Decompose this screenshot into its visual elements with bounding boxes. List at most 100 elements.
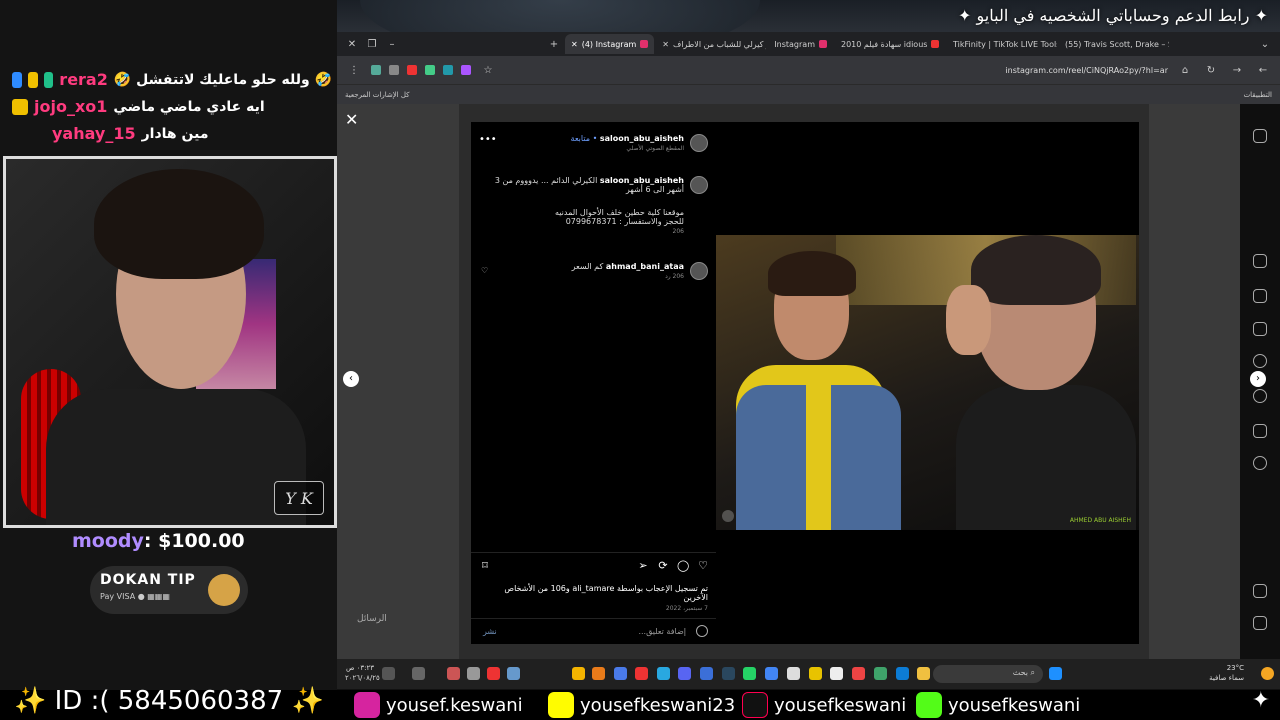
create-icon[interactable] — [1253, 424, 1267, 438]
comment-username[interactable]: ahmad_bani_ataa — [606, 262, 684, 271]
taskbar-search[interactable]: ⌕ بحث — [933, 665, 1043, 683]
close-icon[interactable]: ✕ — [343, 39, 361, 50]
notification-icon[interactable] — [382, 667, 395, 680]
menu-icon[interactable]: ⋮ — [345, 65, 363, 76]
send-icon[interactable]: ➢ — [637, 560, 649, 572]
app-icon[interactable] — [592, 667, 605, 680]
app-icon[interactable] — [809, 667, 822, 680]
star-icon[interactable]: ☆ — [479, 65, 497, 76]
app-icon[interactable] — [635, 667, 648, 680]
app-icon[interactable] — [830, 667, 843, 680]
messages-label[interactable]: الرسائل — [357, 614, 387, 624]
avatar[interactable] — [690, 176, 708, 194]
tab-instagram[interactable]: ✕ (4) Instagram — [565, 34, 655, 54]
likes-text[interactable]: تم تسجيل الإعجاب بواسطة ali_tamare و106 … — [478, 584, 708, 602]
new-tab-icon[interactable]: + — [545, 39, 563, 50]
tab-label: شعر كيرلي للشباب من الاطراف — [672, 39, 766, 49]
comment-meta[interactable]: 206 رد — [484, 273, 684, 280]
weather-widget[interactable]: 23°C سماء صافية — [1209, 663, 1244, 683]
home-icon[interactable] — [1253, 254, 1267, 268]
close-tab-icon[interactable]: ✕ — [571, 40, 578, 49]
back-icon[interactable]: ← — [1254, 65, 1272, 76]
extension-icon[interactable] — [371, 65, 381, 75]
more-icon[interactable] — [1253, 584, 1267, 598]
extension-icon[interactable] — [443, 65, 453, 75]
overlay-title-text: رابط الدعم وحساباتي الشخصيه في البايو — [976, 6, 1250, 25]
app-icon[interactable] — [787, 667, 800, 680]
comment-input[interactable]: إضافة تعليق... — [638, 627, 686, 636]
chevron-down-icon[interactable]: ⌄ — [1256, 39, 1274, 50]
comment-username[interactable]: saloon_abu_aisheh — [600, 176, 684, 185]
extension-icon[interactable] — [461, 65, 471, 75]
volume-icon[interactable] — [412, 667, 425, 680]
chrome-icon[interactable] — [765, 667, 778, 680]
explore-icon[interactable] — [1253, 389, 1267, 403]
steam-icon[interactable] — [722, 667, 735, 680]
comment-icon[interactable]: ◯ — [677, 560, 689, 572]
send-icon[interactable] — [1253, 322, 1267, 336]
tray-icon[interactable] — [467, 667, 480, 680]
url-field[interactable]: instagram.com/reel/CiNQjRAo2py/?hl=ar — [1005, 66, 1168, 75]
emoji-icon[interactable] — [696, 625, 708, 637]
post-date: 7 سبتمبر، 2022 — [665, 605, 708, 612]
tab-movie[interactable]: سهادة فيلم 2010 idious — [835, 34, 945, 54]
app-icon[interactable] — [614, 667, 627, 680]
post-comment-button[interactable]: نشر — [483, 627, 497, 636]
reels-icon[interactable] — [1253, 289, 1267, 303]
restore-icon[interactable]: ❐ — [363, 39, 381, 50]
next-post-button[interactable]: › — [1250, 371, 1266, 387]
tab-instagram-2[interactable]: Instagram — [768, 34, 833, 54]
extension-icon[interactable] — [389, 65, 399, 75]
tab-label: (4) Instagram — [581, 39, 637, 49]
barber — [736, 251, 901, 530]
whatsapp-icon[interactable] — [743, 667, 756, 680]
tab-curly-hair[interactable]: ✕ شعر كيرلي للشباب من الاطراف — [656, 34, 766, 54]
edge-icon[interactable] — [896, 667, 909, 680]
chat-message: 🤣 ولله حلو ماعليك لاتتفشل 🤣 — [113, 71, 333, 88]
tiktok-handle: yousefkeswani — [774, 694, 907, 716]
minimize-icon[interactable]: – — [383, 39, 401, 50]
app-icon[interactable] — [874, 667, 887, 680]
extension-icon[interactable] — [425, 65, 435, 75]
telegram-icon[interactable] — [657, 667, 670, 680]
follow-button[interactable]: • متابعة — [571, 134, 598, 143]
threads-icon[interactable] — [1253, 616, 1267, 630]
file-explorer-icon[interactable] — [917, 667, 930, 680]
apps-bookmark[interactable]: التطبيقات — [1244, 91, 1272, 99]
instagram-icon[interactable] — [1253, 129, 1267, 143]
start-icon[interactable] — [1049, 667, 1062, 680]
chat-line: rera2 🤣 ولله حلو ماعليك لاتتفشل 🤣 — [12, 66, 332, 93]
clock[interactable]: ٠٣:٢٣ ص ٢٠٢٦/٠٨/٢٥ — [345, 663, 380, 683]
close-icon[interactable]: ✕ — [345, 110, 358, 129]
audio-label[interactable]: المقطع الصوتي الأصلي — [484, 145, 684, 152]
tab-tikfinity[interactable]: TikFinity | TikTok LIVE Tools — [947, 34, 1057, 54]
all-bookmarks[interactable]: كل الإشارات المرجعية — [345, 91, 410, 99]
tray-icon[interactable] — [487, 667, 500, 680]
discord-icon[interactable] — [678, 667, 691, 680]
close-tab-icon[interactable]: ✕ — [662, 40, 669, 49]
home-icon[interactable]: ⌂ — [1176, 65, 1194, 76]
search-icon[interactable] — [1253, 354, 1267, 368]
tray-icon[interactable] — [507, 667, 520, 680]
comment: ahmad_bani_ataa كم السعر 206 رد — [484, 262, 684, 280]
comment-username[interactable]: saloon_abu_aisheh — [600, 134, 684, 143]
tray-icon[interactable] — [447, 667, 460, 680]
extension-icon[interactable] — [407, 65, 417, 75]
chrome-icon[interactable] — [572, 667, 585, 680]
tab-youtube[interactable]: (55) Travis Scott, Drake – Si — [1059, 34, 1169, 54]
post-header: saloon_abu_aisheh • متابعة المقطع الصوتي… — [484, 134, 684, 152]
bookmark-icon[interactable]: ⌑ — [479, 560, 491, 572]
reload-icon[interactable]: ↻ — [1202, 65, 1220, 76]
avatar[interactable] — [690, 134, 708, 152]
mute-icon[interactable] — [722, 510, 734, 522]
snapchat-icon — [548, 692, 574, 718]
app-icon[interactable] — [852, 667, 865, 680]
repost-icon[interactable]: ⟳ — [657, 560, 669, 572]
profile-icon[interactable] — [1253, 456, 1267, 470]
previous-post-button[interactable]: ‹ — [343, 371, 359, 387]
reel-video[interactable]: AHMED ABU AISHEH — [716, 235, 1139, 530]
app-icon[interactable] — [700, 667, 713, 680]
avatar[interactable] — [690, 262, 708, 280]
heart-icon[interactable]: ♡ — [697, 560, 709, 572]
forward-icon[interactable]: → — [1228, 65, 1246, 76]
